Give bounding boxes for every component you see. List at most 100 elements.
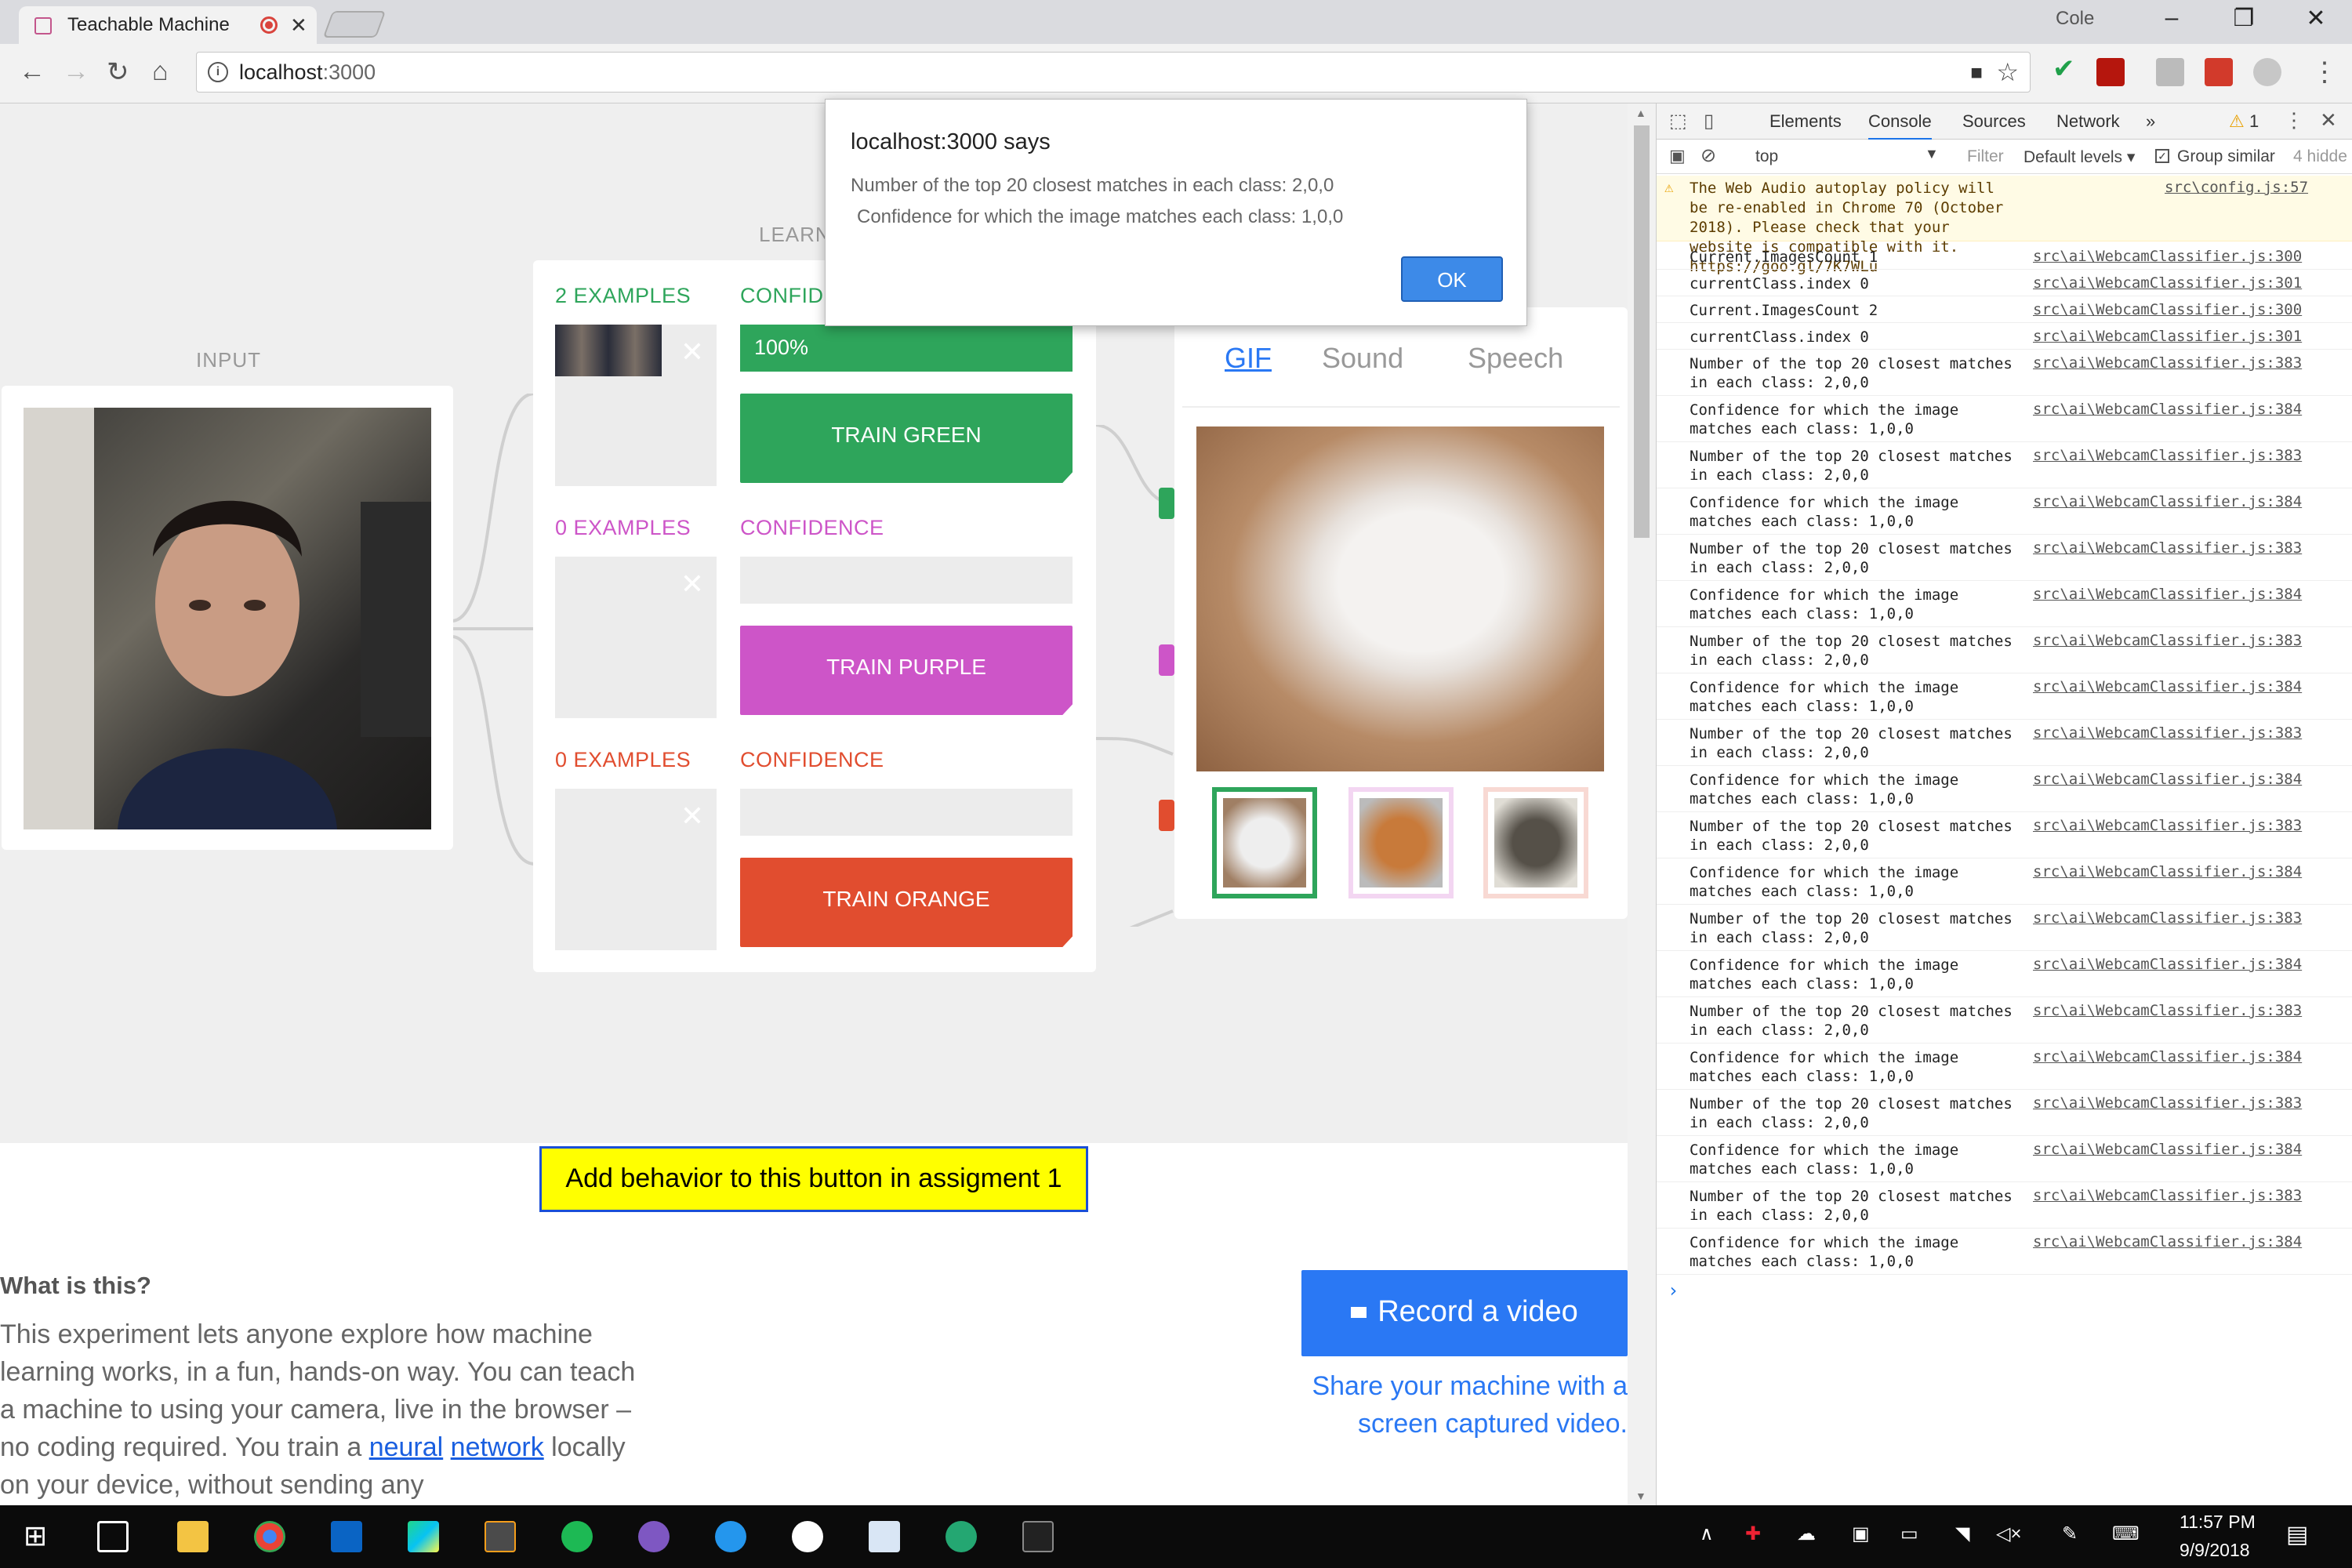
- log-source-link[interactable]: src\ai\WebcamClassifier.js:383: [2033, 354, 2302, 372]
- log-source-link[interactable]: src\ai\WebcamClassifier.js:384: [2033, 401, 2302, 418]
- wifi-icon[interactable]: ◥: [1955, 1523, 1969, 1545]
- volume-icon[interactable]: ◁×: [1996, 1523, 2021, 1545]
- sidebar-toggle-icon[interactable]: ▣: [1669, 146, 1686, 166]
- extension-gray-icon[interactable]: [2156, 58, 2184, 86]
- devtools-tab-elements[interactable]: Elements: [1769, 111, 1842, 132]
- site-info-icon[interactable]: i: [208, 62, 228, 82]
- log-source-link[interactable]: src\ai\WebcamClassifier.js:384: [2033, 863, 2302, 880]
- tab-gif[interactable]: GIF: [1225, 342, 1272, 375]
- train-purple-button[interactable]: TRAIN PURPLE: [740, 626, 1073, 715]
- context-select[interactable]: top: [1755, 147, 1778, 166]
- clear-console-icon[interactable]: ⊘: [1700, 144, 1716, 167]
- network-link[interactable]: network: [451, 1432, 544, 1462]
- log-source-link[interactable]: src\ai\WebcamClassifier.js:384: [2033, 1141, 2302, 1158]
- context-dropdown-icon[interactable]: ▼: [1925, 146, 1939, 162]
- gif-thumbnail-purple[interactable]: [1348, 787, 1454, 898]
- warning-icon[interactable]: ⚠: [2229, 111, 2245, 132]
- outlook-icon[interactable]: [331, 1521, 362, 1552]
- address-bar[interactable]: i localhost:3000 ■ ☆: [196, 52, 2031, 93]
- minimize-icon[interactable]: –: [2148, 5, 2195, 31]
- spotify-icon[interactable]: [561, 1521, 593, 1552]
- tab-close-icon[interactable]: ✕: [290, 6, 307, 44]
- url-text[interactable]: localhost:3000: [239, 60, 376, 85]
- extension-red-icon[interactable]: [2205, 58, 2233, 86]
- keyboard-icon[interactable]: ⌨: [2112, 1523, 2140, 1545]
- back-icon[interactable]: ←: [19, 56, 45, 87]
- console-filter-input[interactable]: Filter: [1967, 147, 2004, 166]
- gif-thumbnail-green[interactable]: [1212, 787, 1317, 898]
- purple-clear-icon[interactable]: ✕: [681, 568, 704, 601]
- windows-start-icon[interactable]: ⊞: [24, 1519, 47, 1552]
- assignment-button[interactable]: Add behavior to this button in assigment…: [539, 1146, 1088, 1212]
- log-source-link[interactable]: src\ai\WebcamClassifier.js:383: [2033, 1094, 2302, 1112]
- log-source-link[interactable]: src\ai\WebcamClassifier.js:383: [2033, 1002, 2302, 1019]
- log-source-link[interactable]: src\ai\WebcamClassifier.js:384: [2033, 771, 2302, 788]
- record-video-button[interactable]: Record a video: [1301, 1270, 1628, 1356]
- log-source-link[interactable]: src\ai\WebcamClassifier.js:384: [2033, 956, 2302, 973]
- battery-icon[interactable]: ▭: [1900, 1523, 1918, 1545]
- warning-source-link[interactable]: src\config.js:57: [2165, 179, 2308, 196]
- sublime-icon[interactable]: [485, 1521, 516, 1552]
- tab-speech[interactable]: Speech: [1468, 342, 1563, 375]
- group-similar-checkbox[interactable]: ✓: [2155, 149, 2169, 163]
- log-source-link[interactable]: src\ai\WebcamClassifier.js:300: [2033, 301, 2302, 318]
- log-source-link[interactable]: src\ai\WebcamClassifier.js:383: [2033, 724, 2302, 742]
- camera-icon[interactable]: ■: [1970, 60, 1983, 85]
- extension-pdf-icon[interactable]: [2096, 58, 2125, 86]
- new-tab-button[interactable]: [322, 11, 387, 38]
- log-source-link[interactable]: src\ai\WebcamClassifier.js:383: [2033, 539, 2302, 557]
- docker-icon[interactable]: [715, 1521, 746, 1552]
- device-toggle-icon[interactable]: ▯: [1704, 110, 1714, 132]
- pen-icon[interactable]: ✎: [2062, 1523, 2078, 1545]
- devtools-tab-network[interactable]: Network: [2056, 111, 2120, 132]
- terminal-icon[interactable]: [1022, 1521, 1054, 1552]
- scrollbar-thumb[interactable]: [1634, 125, 1650, 538]
- page-scrollbar[interactable]: ▲ ▼: [1628, 103, 1656, 1505]
- log-source-link[interactable]: src\ai\WebcamClassifier.js:384: [2033, 678, 2302, 695]
- log-source-link[interactable]: src\ai\WebcamClassifier.js:300: [2033, 248, 2302, 265]
- orange-clear-icon[interactable]: ✕: [681, 800, 704, 833]
- devtools-tab-console[interactable]: Console: [1868, 111, 1932, 141]
- atom-icon[interactable]: [946, 1521, 977, 1552]
- github-desktop-icon[interactable]: [638, 1521, 670, 1552]
- clock-time[interactable]: 11:57 PM: [2180, 1512, 2256, 1533]
- tab-sound[interactable]: Sound: [1322, 342, 1403, 375]
- extension-shield-icon[interactable]: [2253, 58, 2281, 86]
- train-orange-button[interactable]: TRAIN ORANGE: [740, 858, 1073, 947]
- log-levels-select[interactable]: Default levels ▾: [2024, 147, 2135, 167]
- notepad-icon[interactable]: [869, 1521, 900, 1552]
- slack-icon[interactable]: [792, 1521, 823, 1552]
- devtools-tab-sources[interactable]: Sources: [1962, 111, 2026, 132]
- log-source-link[interactable]: src\ai\WebcamClassifier.js:383: [2033, 909, 2302, 927]
- onedrive-icon[interactable]: ☁: [1797, 1523, 1816, 1545]
- profile-name[interactable]: Cole: [2056, 8, 2094, 30]
- webstorm-icon[interactable]: [408, 1521, 439, 1552]
- tray-display-icon[interactable]: ▣: [1852, 1523, 1870, 1545]
- chrome-menu-icon[interactable]: ⋮: [2311, 56, 2338, 88]
- log-source-link[interactable]: src\ai\WebcamClassifier.js:383: [2033, 1187, 2302, 1204]
- devtools-menu-icon[interactable]: ⋮: [2284, 108, 2304, 132]
- green-clear-icon[interactable]: ✕: [681, 336, 704, 368]
- restore-icon[interactable]: ❐: [2220, 5, 2267, 32]
- bookmark-star-icon[interactable]: ☆: [1996, 57, 2019, 87]
- tray-expand-icon[interactable]: ∧: [1700, 1523, 1714, 1545]
- log-source-link[interactable]: src\ai\WebcamClassifier.js:383: [2033, 447, 2302, 464]
- action-center-icon[interactable]: ▤: [2286, 1521, 2308, 1548]
- extension-check-icon[interactable]: ✔: [2053, 53, 2081, 84]
- alert-ok-button[interactable]: OK: [1401, 256, 1503, 302]
- reload-icon[interactable]: ↻: [107, 56, 129, 88]
- file-explorer-icon[interactable]: [177, 1521, 209, 1552]
- browser-tab[interactable]: Teachable Machine ✕: [19, 6, 317, 44]
- log-source-link[interactable]: src\ai\WebcamClassifier.js:383: [2033, 632, 2302, 649]
- devtools-close-icon[interactable]: ✕: [2320, 108, 2337, 132]
- log-source-link[interactable]: src\ai\WebcamClassifier.js:384: [2033, 586, 2302, 603]
- close-window-icon[interactable]: ✕: [2292, 5, 2339, 32]
- train-green-button[interactable]: TRAIN GREEN: [740, 394, 1073, 483]
- console-prompt[interactable]: ›: [1668, 1279, 1679, 1301]
- task-view-icon[interactable]: [97, 1521, 129, 1552]
- tray-app-icon[interactable]: ✚: [1745, 1523, 1761, 1545]
- log-source-link[interactable]: src\ai\WebcamClassifier.js:384: [2033, 1233, 2302, 1250]
- log-source-link[interactable]: src\ai\WebcamClassifier.js:301: [2033, 328, 2302, 345]
- inspect-icon[interactable]: ⬚: [1669, 110, 1687, 132]
- devtools-more-tabs[interactable]: »: [2146, 111, 2155, 132]
